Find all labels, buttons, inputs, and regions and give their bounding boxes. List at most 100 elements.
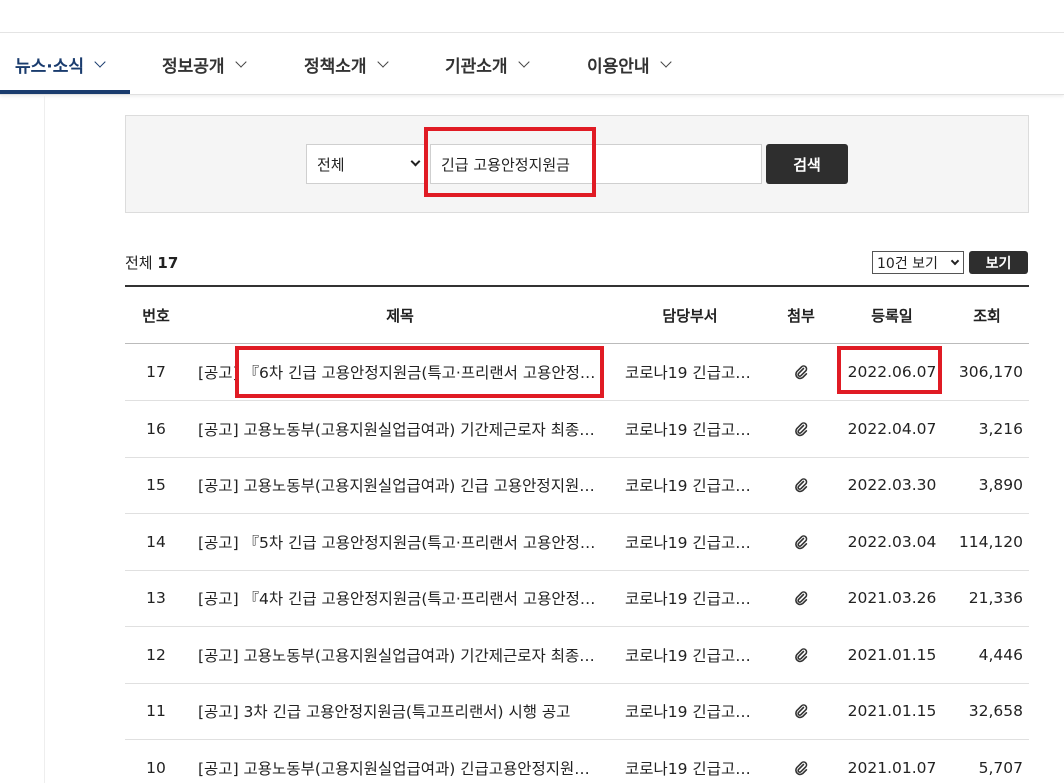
nav-item-label: 정책소개 <box>304 56 367 77</box>
table-row: 12 [공고] 고용노동부(고용지원실업급여과) 기간제근로자 최종합격자 공고 코… <box>125 627 1029 684</box>
content-divider <box>44 96 45 783</box>
row-title-link[interactable]: [공고] 『4차 긴급 고용안정지원금(특고·프리랜서 고용안정지원금) 시행 … <box>198 570 602 626</box>
paperclip-icon[interactable] <box>789 683 813 739</box>
row-date: 2021.01.15 <box>847 645 937 664</box>
per-page-select[interactable]: 10건 보기 <box>872 251 964 274</box>
chevron-down-icon <box>659 55 672 68</box>
nav-item-policy[interactable]: 정책소개 <box>304 33 389 95</box>
row-number: 15 <box>146 476 166 494</box>
row-department-text: 코로나19 긴급고용안정지원금 TF <box>625 703 755 721</box>
view-button[interactable]: 보기 <box>969 251 1028 274</box>
row-title-link[interactable]: [공고] 고용노동부(고용지원실업급여과) 기간제근로자 최종합격자 공고 <box>198 401 602 457</box>
row-views: 4,446 <box>978 645 1023 664</box>
row-title-text: [공고] 고용노동부(고용지원실업급여과) 기간제근로자 최종합격자 공고 <box>198 420 602 439</box>
column-header-title: 제목 <box>386 307 414 325</box>
table-row: 10 [공고] 고용노동부(고용지원실업급여과) 긴급고용안정지원금 기간제근로자… <box>125 740 1029 783</box>
row-title-text: [공고] 『5차 긴급 고용안정지원금(특고·프리랜서 고용안정지원금) 시행 … <box>198 533 602 552</box>
search-input-value: 긴급 고용안정지원금 <box>441 155 570 174</box>
paperclip-icon[interactable] <box>789 740 813 783</box>
row-department: 코로나19 긴급고용안정지원금 TF <box>625 457 755 513</box>
search-category-value: 전체 <box>317 155 345 174</box>
table-row: 16 [공고] 고용노동부(고용지원실업급여과) 기간제근로자 최종합격자 공고 코… <box>125 401 1029 458</box>
row-date: 2022.04.07 <box>847 419 937 438</box>
paperclip-icon[interactable] <box>789 514 813 570</box>
search-button[interactable]: 검색 <box>766 144 848 184</box>
row-number: 17 <box>146 363 166 381</box>
nav-item-label: 뉴스·소식 <box>15 56 85 77</box>
paperclip-icon[interactable] <box>789 344 813 400</box>
column-header-attachment: 첨부 <box>787 307 815 325</box>
row-title-text: [공고] 『6차 긴급 고용안정지원금(특고·프리랜서 고용안정지원금) 시행 … <box>198 364 602 382</box>
nav-item-info-disclosure[interactable]: 정보공개 <box>162 33 247 95</box>
table-header: 번호 제목 담당부서 첨부 등록일 조회 <box>125 285 1029 344</box>
row-department-text: 코로나19 긴급고용안정지원금 TF <box>625 759 755 778</box>
table-row: 11 [공고] 3차 긴급 고용안정지원금(특고프리랜서) 시행 공고 코로나19 … <box>125 683 1029 740</box>
nav-item-organization[interactable]: 기관소개 <box>445 33 530 95</box>
table-row: 17 [공고] 『6차 긴급 고용안정지원금(특고·프리랜서 고용안정지원금) 시… <box>125 344 1029 401</box>
row-title-link[interactable]: [공고] 고용노동부(고용지원실업급여과) 기간제근로자 최종합격자 공고 <box>198 627 602 683</box>
row-date: 2021.03.26 <box>847 589 937 607</box>
row-views: 3,890 <box>978 476 1023 494</box>
row-title-text: [공고] 고용노동부(고용지원실업급여과) 긴급 고용안정지원금 기간제근로자 … <box>198 477 602 495</box>
nav-item-label: 기관소개 <box>445 56 508 77</box>
table-row: 15 [공고] 고용노동부(고용지원실업급여과) 긴급 고용안정지원금 기간제근로… <box>125 457 1029 514</box>
per-page-value: 10건 보기 <box>877 255 938 272</box>
nav-item-news[interactable]: 뉴스·소식 <box>15 33 106 95</box>
row-department: 코로나19 긴급고용안정지원금 TF <box>625 570 755 626</box>
row-department-text: 코로나19 긴급고용안정지원금 TF <box>625 477 755 495</box>
row-number: 16 <box>146 419 166 438</box>
table-row: 13 [공고] 『4차 긴급 고용안정지원금(특고·프리랜서 고용안정지원금) 시… <box>125 570 1029 627</box>
row-title-link[interactable]: [공고] 고용노동부(고용지원실업급여과) 긴급 고용안정지원금 기간제근로자 … <box>198 457 602 513</box>
row-date: 2021.01.15 <box>847 702 937 720</box>
column-header-number: 번호 <box>142 307 170 325</box>
nav-item-guide[interactable]: 이용안내 <box>587 33 672 95</box>
row-department: 코로나19 긴급고용안정지원금 TF <box>625 401 755 457</box>
row-views: 5,707 <box>978 758 1023 777</box>
row-department-text: 코로나19 긴급고용안정지원금 TF <box>625 420 755 439</box>
row-views: 32,658 <box>968 702 1023 720</box>
paperclip-icon[interactable] <box>789 401 813 457</box>
row-number: 14 <box>146 532 166 551</box>
paperclip-icon[interactable] <box>789 627 813 683</box>
total-number: 17 <box>157 254 179 272</box>
table-row: 14 [공고] 『5차 긴급 고용안정지원금(특고·프리랜서 고용안정지원금) 시… <box>125 514 1029 571</box>
column-header-department: 담당부서 <box>662 307 718 325</box>
main-navigation: 뉴스·소식 정보공개 정책소개 기관소개 이용안내 <box>0 33 1064 95</box>
row-title-link[interactable]: [공고] 『6차 긴급 고용안정지원금(특고·프리랜서 고용안정지원금) 시행 … <box>198 344 602 400</box>
row-views: 114,120 <box>958 532 1023 551</box>
total-label: 전체 <box>125 254 153 272</box>
row-title-link[interactable]: [공고] 3차 긴급 고용안정지원금(특고프리랜서) 시행 공고 <box>198 683 602 739</box>
column-header-views: 조회 <box>973 307 1001 325</box>
row-department-text: 코로나19 긴급고용안정지원금 TF <box>625 646 755 665</box>
row-department: 코로나19 긴급고용안정지원금 TF <box>625 683 755 739</box>
row-views: 21,336 <box>968 589 1023 607</box>
row-views: 306,170 <box>958 363 1023 381</box>
row-date: 2022.03.30 <box>847 476 937 494</box>
paperclip-icon[interactable] <box>789 570 813 626</box>
row-views: 3,216 <box>978 419 1023 438</box>
chevron-down-icon <box>517 55 530 68</box>
row-department: 코로나19 긴급고용안정지원금 TF <box>625 514 755 570</box>
row-department-text: 코로나19 긴급고용안정지원금 TF <box>625 533 755 552</box>
chevron-down-icon <box>950 256 960 266</box>
total-count: 전체 17 <box>125 252 178 273</box>
active-nav-indicator <box>0 90 130 94</box>
row-number: 12 <box>146 645 166 664</box>
search-input[interactable]: 긴급 고용안정지원금 <box>430 144 762 184</box>
row-department: 코로나19 긴급고용안정지원금 TF <box>625 344 755 400</box>
chevron-down-icon <box>376 55 389 68</box>
nav-item-label: 이용안내 <box>587 56 650 77</box>
search-category-select[interactable]: 전체 <box>306 144 426 184</box>
row-number: 11 <box>146 702 166 720</box>
paperclip-icon[interactable] <box>789 457 813 513</box>
row-title-text: [공고] 『4차 긴급 고용안정지원금(특고·프리랜서 고용안정지원금) 시행 … <box>198 590 602 608</box>
nav-item-label: 정보공개 <box>162 56 225 77</box>
row-department: 코로나19 긴급고용안정지원금 TF <box>625 740 755 783</box>
chevron-down-icon <box>94 55 106 68</box>
row-title-link[interactable]: [공고] 『5차 긴급 고용안정지원금(특고·프리랜서 고용안정지원금) 시행 … <box>198 514 602 570</box>
row-department: 코로나19 긴급고용안정지원금 TF <box>625 627 755 683</box>
row-title-text: [공고] 고용노동부(고용지원실업급여과) 기간제근로자 최종합격자 공고 <box>198 646 602 665</box>
row-title-text: [공고] 3차 긴급 고용안정지원금(특고프리랜서) 시행 공고 <box>198 703 571 721</box>
row-title-link[interactable]: [공고] 고용노동부(고용지원실업급여과) 긴급고용안정지원금 기간제근로자 채… <box>198 740 602 783</box>
row-department-text: 코로나19 긴급고용안정지원금 TF <box>625 364 755 382</box>
